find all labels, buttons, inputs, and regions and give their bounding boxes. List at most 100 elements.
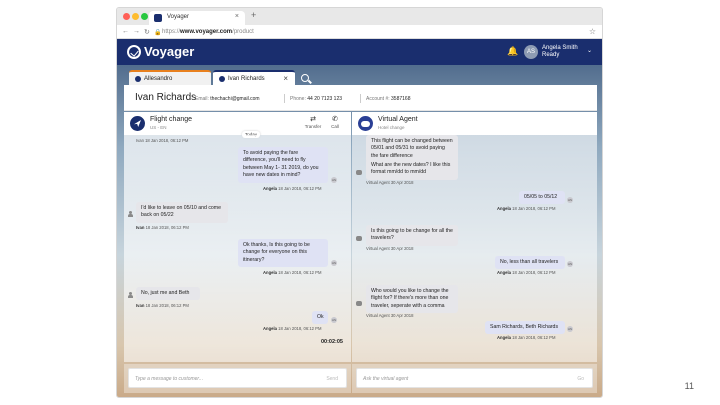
customer-header: Ivan Richards Email: thechachi@gmail.com… [124,85,597,111]
composer-placeholder: Ask the virtual agent [363,376,409,382]
chat-topic: Flight change [150,116,193,123]
bot-message: Is this going to be change for all the t… [366,225,458,246]
message-meta: Ivan 18 Jan 2018, 06:12 PM [136,138,189,143]
customer-account: Account #: 3587168 [366,96,411,102]
robot-icon [358,116,373,131]
phone-icon: ✆ [332,116,338,123]
browser-tabstrip: Voyager × + [117,8,602,25]
transfer-icon: ⇄ [310,116,316,123]
chat-locale: US - EN [150,125,167,130]
bot-avatar-icon [356,301,362,306]
agent-avatar: AS [331,317,337,323]
message-meta: Angela 18 Jan 2018, 06:12 PM [263,270,322,275]
customer-composer: Type a message to customer... Send [124,364,351,393]
agent-message: No, less than all travelers [495,256,565,270]
session-dot-icon [219,76,225,82]
close-window-icon[interactable] [123,13,130,20]
slide: Voyager × + ← → ↻ 🔒 https://www.voyager.… [0,0,720,405]
message-meta: Ivan 18 Jan 2018, 06:12 PM [136,225,189,230]
plane-icon [130,116,145,131]
app-header: Voyager 🔔 AS Angela Smith Ready ⌄ [117,39,602,65]
browser-window: Voyager × + ← → ↻ 🔒 https://www.voyager.… [116,7,603,398]
bot-message: Who would you like to change the flight … [366,285,458,314]
virtual-agent-title: Virtual Agent [378,116,418,123]
message-meta: Virtual Agent 30 Apr 2018 [366,313,414,318]
customer-message-input[interactable]: Type a message to customer... Send [128,368,347,388]
divider [284,94,285,103]
call-button[interactable]: ✆ Call [326,116,344,129]
customer-chat-header: Flight change US - EN ⇄Transfer ✆Call To… [124,112,351,138]
send-button[interactable]: Send [326,376,338,382]
bot-avatar-icon [356,236,362,241]
lock-icon: 🔒 [154,30,162,36]
agent-message: Ok thanks, Is this going to be change fo… [238,239,328,268]
maximize-window-icon[interactable] [141,13,148,20]
conversation-panel: Ivan Richards Email: thechachi@gmail.com… [124,85,597,393]
transfer-button[interactable]: ⇄ Transfer [304,116,322,129]
session-tab-label: Ivan Richards [228,76,265,82]
message-meta: Angela 18 Jan 2018, 06:12 PM [497,335,556,340]
voyager-logo-icon [127,45,141,59]
customer-chat-column: Flight change US - EN ⇄Transfer ✆Call To… [124,112,351,393]
url-field[interactable]: https://www.voyager.com/product [162,29,254,35]
user-avatar[interactable]: AS [524,45,538,59]
user-status: Ready [542,52,560,58]
composer-placeholder: Type a message to customer... [135,376,204,382]
customer-message-list: Ivan 18 Jan 2018, 06:12 PM To avoid payi… [124,135,351,362]
voyager-app: Voyager 🔔 AS Angela Smith Ready ⌄ Allesa… [117,39,602,397]
user-info[interactable]: Angela Smith Ready [542,45,578,59]
bot-avatar-icon [356,170,362,175]
message-meta: Angela 18 Jan 2018, 06:12 PM [263,326,322,331]
bot-message: What are the new dates? I like this form… [366,159,458,180]
virtual-agent-topic: Hotel change [378,125,405,130]
reload-icon[interactable]: ↻ [144,28,150,36]
customer-message: I'd like to leave on 05/10 and come back… [136,202,228,223]
new-tab-icon[interactable]: + [251,10,256,20]
session-tab-ivan-richards[interactable]: Ivan Richards × [213,70,295,85]
close-tab-icon[interactable]: × [235,13,239,20]
customer-avatar-icon [127,292,133,298]
call-timer: 00:02:05 [320,339,343,345]
virtual-agent-message-list: This flight can be changed between 05/01… [352,135,597,362]
message-meta: Virtual Agent 30 Apr 2018 [366,180,414,185]
user-name: Angela Smith [542,45,578,51]
agent-message: Ok [312,311,328,325]
bell-icon[interactable]: 🔔 [507,46,518,57]
agent-avatar: AS [331,260,337,266]
agent-avatar: AS [567,197,573,203]
minimize-window-icon[interactable] [132,13,139,20]
message-meta: Angela 18 Jan 2018, 06:12 PM [263,186,322,191]
brand-logo: Voyager [127,44,194,59]
virtual-agent-header: Virtual Agent Hotel change [352,112,597,135]
message-meta: Ivan 18 Jan 2018, 06:12 PM [136,303,189,308]
virtual-agent-column: Virtual Agent Hotel change This flight c… [352,112,597,393]
forward-icon[interactable]: → [133,28,140,35]
session-tab-label: Allesandro [144,76,173,82]
address-bar: ← → ↻ 🔒 https://www.voyager.com/product … [117,25,602,39]
page-number: 11 [684,381,694,391]
chevron-down-icon[interactable]: ⌄ [587,47,592,54]
virtual-agent-input[interactable]: Ask the virtual agent Go [356,368,593,388]
favicon-icon [154,14,162,22]
search-icon[interactable] [301,74,309,82]
bookmark-star-icon[interactable]: ☆ [589,27,596,36]
go-button[interactable]: Go [577,376,584,382]
agent-message: To avoid paying the fare difference, you… [238,147,328,183]
message-meta: Angela 18 Jan 2018, 06:12 PM [497,270,556,275]
session-tab-allesandro[interactable]: Allesandro [129,70,211,85]
agent-avatar: AS [331,177,337,183]
back-icon[interactable]: ← [122,28,129,35]
agent-message: 05/05 to 05/12 [519,191,565,205]
customer-avatar-icon [127,211,133,217]
browser-tab-title: Voyager [167,14,190,20]
customer-phone: Phone: 44 20 7123 123 [290,96,343,102]
agent-message: Sam Richards, Beth Richards [485,321,565,335]
divider [360,94,361,103]
message-meta: Angela 18 Jan 2018, 06:12 PM [497,206,556,211]
session-tabs: Allesandro Ivan Richards × [117,65,602,85]
virtual-agent-composer: Ask the virtual agent Go [352,364,597,393]
message-meta: Virtual Agent 30 Apr 2018 [366,246,414,251]
close-session-icon[interactable]: × [283,74,288,83]
browser-tab[interactable]: Voyager × [149,11,245,25]
agent-avatar: AS [567,261,573,267]
